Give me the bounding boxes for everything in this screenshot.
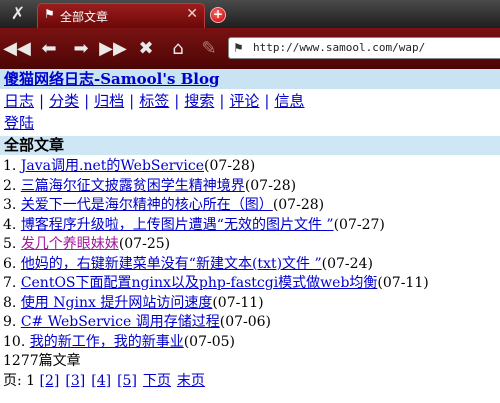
article-link[interactable]: 三篇海尔征文披露贫困学生精神境界 <box>21 178 245 194</box>
article-link[interactable]: 使用 Nginx 提升网站访问速度 <box>21 295 213 311</box>
tab-strip: ✗ ⚑ 全部文章 ✕ + <box>0 0 500 28</box>
pager-current: 1 <box>26 373 36 389</box>
stop-icon[interactable]: ✖ <box>135 37 157 59</box>
nav-link-logs[interactable]: 日志 <box>4 92 34 110</box>
article-date: (07-28) <box>272 197 325 213</box>
article-date: (07-28) <box>203 158 256 174</box>
list-item: 10. 我的新工作，我的新事业(07-05) <box>3 333 236 350</box>
address-input[interactable]: http://www.samool.com/wap/ <box>253 41 425 54</box>
article-link[interactable]: C# WebService 调用存储过程 <box>21 314 220 330</box>
pager-label: 页: <box>3 373 27 389</box>
article-date: (07-28) <box>244 177 297 194</box>
article-link[interactable]: CentOS下面配置nginx以及php-fastcgi模式做web均衡 <box>21 275 378 291</box>
nav-link-archive[interactable]: 归档 <box>94 92 124 110</box>
pager-link-5[interactable]: [5] <box>117 373 137 389</box>
list-item: 8. 使用 Nginx 提升网站访问速度(07-11) <box>3 294 264 311</box>
site-nav: 日志 | 分类 | 归档 | 标签 | 搜索 | 评论 | 信息 登陆 <box>4 92 305 132</box>
pagination: 页: 1 [2] [3] [4] [5] 下页 末页 <box>0 371 500 391</box>
list-item: 5. 发几个养眼妹妹(07-25) <box>3 236 171 252</box>
pager-last-link[interactable]: 末页 <box>177 373 205 389</box>
nav-link-comments[interactable]: 评论 <box>229 92 259 110</box>
article-link[interactable]: 我的新工作，我的新事业 <box>30 334 184 350</box>
section-title: 全部文章 <box>0 136 500 155</box>
pager-link-2[interactable]: [2] <box>40 373 60 389</box>
article-link[interactable]: 博客程序升级啦，上传图片遭遇“无效的图片文件 ” <box>21 217 334 233</box>
fast-forward-icon[interactable]: ▶▶ <box>99 37 127 59</box>
edit-pencil-icon[interactable]: ✎ <box>198 37 220 59</box>
site-favicon-icon: ⚑ <box>233 41 244 55</box>
article-date: (07-06) <box>219 314 272 330</box>
pager-next-link[interactable]: 下页 <box>143 373 171 389</box>
rewind-icon[interactable]: ◀◀ <box>3 37 31 59</box>
tools-icon[interactable]: ✗ <box>0 0 36 28</box>
article-date: (07-05) <box>183 333 236 350</box>
article-link[interactable]: 关爱下一代是海尔精神的核心所在（图） <box>21 197 273 213</box>
article-date: (07-11) <box>377 275 429 291</box>
article-link[interactable]: 他妈的，右键新建菜单没有“新建文本(txt)文件 ” <box>21 256 322 272</box>
tab-all-articles[interactable]: ⚑ 全部文章 ✕ <box>37 3 205 28</box>
pager-link-3[interactable]: [3] <box>65 373 85 389</box>
list-item: 7. CentOS下面配置nginx以及php-fastcgi模式做web均衡(… <box>3 275 429 291</box>
forward-icon[interactable]: ➡ <box>70 37 92 59</box>
nav-link-info[interactable]: 信息 <box>274 92 304 110</box>
article-date: (07-24) <box>321 255 373 272</box>
nav-link-categories[interactable]: 分类 <box>49 92 79 110</box>
blog-header: 傻猫网络日志-Samool's Blog <box>0 69 500 89</box>
tab-close-icon[interactable]: ✕ <box>186 6 198 22</box>
list-item: 2. 三篇海尔征文披露贫困学生精神境界(07-28) <box>3 177 297 194</box>
address-bar[interactable]: ⚑ http://www.samool.com/wap/ <box>228 37 500 59</box>
new-tab-button[interactable]: + <box>210 7 226 23</box>
login-link[interactable]: 登陆 <box>4 114 34 132</box>
article-link[interactable]: Java调用.net的WebService <box>21 158 204 174</box>
list-item: 1. Java调用.net的WebService(07-28) <box>3 158 256 174</box>
article-count: 1277篇文章 <box>3 353 81 369</box>
article-link[interactable]: 发几个养眼妹妹 <box>21 236 119 252</box>
back-icon[interactable]: ⬅ <box>38 37 60 59</box>
nav-link-search[interactable]: 搜索 <box>184 92 214 110</box>
list-item: 6. 他妈的，右键新建菜单没有“新建文本(txt)文件 ”(07-24) <box>3 255 373 272</box>
article-date: (07-27) <box>333 216 385 233</box>
blog-title-link[interactable]: 傻猫网络日志-Samool's Blog <box>4 70 220 88</box>
tab-title: 全部文章 <box>60 10 109 24</box>
nav-link-tags[interactable]: 标签 <box>139 92 169 110</box>
article-date: (07-25) <box>118 236 171 252</box>
list-item: 3. 关爱下一代是海尔精神的核心所在（图）(07-28) <box>3 197 325 213</box>
nav-toolbar: ◀◀ ⬅ ➡ ▶▶ ✖ ⌂ ✎ ⚑ http://www.samool.com/… <box>0 28 500 69</box>
list-item: 9. C# WebService 调用存储过程(07-06) <box>3 314 272 330</box>
article-list: 1. Java调用.net的WebService(07-28) 2. 三篇海尔征… <box>0 157 500 352</box>
page-favicon-icon: ⚑ <box>44 7 55 21</box>
page-content: 傻猫网络日志-Samool's Blog 日志 | 分类 | 归档 | 标签 | 搜索 | 评论 | 信… <box>0 69 500 391</box>
home-icon[interactable]: ⌂ <box>167 37 189 59</box>
article-date: (07-11) <box>212 294 264 311</box>
list-item: 4. 博客程序升级啦，上传图片遭遇“无效的图片文件 ”(07-27) <box>3 216 385 233</box>
pager-link-4[interactable]: [4] <box>91 373 111 389</box>
